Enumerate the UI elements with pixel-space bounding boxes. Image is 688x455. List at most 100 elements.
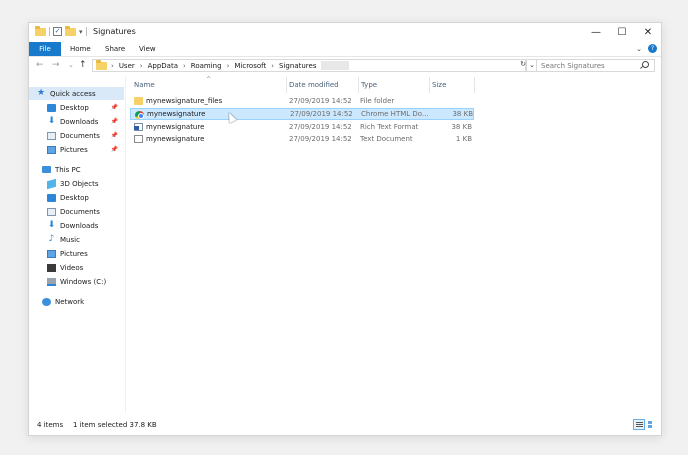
file-row-selected[interactable]: mynewsignature 27/09/2019 14:52 Chrome H… [130,108,474,120]
tab-share[interactable]: Share [105,42,125,56]
nav-label: Quick access [50,89,96,98]
large-icons-view-button[interactable] [646,419,658,430]
nav-label: Desktop [60,193,89,202]
breadcrumb-signatures[interactable]: Signatures [279,62,316,70]
file-type: Chrome HTML Do... [361,110,429,118]
text-document-icon [134,135,143,143]
nav-label: 3D Objects [60,179,99,188]
minimize-button[interactable]: — [583,23,609,42]
nav-item-downloads[interactable]: ⬇ Downloads 📌 [29,115,124,128]
tab-view[interactable]: View [139,42,156,56]
customize-toolbar-icon[interactable]: ▾ [79,28,83,36]
breadcrumb-roaming[interactable]: Roaming [191,62,222,70]
nav-item-3d-objects[interactable]: 3D Objects [29,177,124,190]
download-arrow-icon: ⬇ [47,220,56,230]
details-view-icon [636,422,643,423]
breadcrumb-microsoft[interactable]: Microsoft [234,62,266,70]
navigation-pane: ★ Quick access Desktop 📌 ⬇ Downloads 📌 D… [29,77,126,413]
properties-icon[interactable]: ✓ [53,27,62,36]
toolbar-divider [49,27,50,36]
file-name: mynewsignature [146,135,205,143]
column-header-size[interactable]: Size [432,81,446,89]
nav-label: Desktop [60,103,89,112]
nav-label: Network [55,297,85,306]
file-date: 27/09/2019 14:52 [289,123,352,131]
nav-item-documents[interactable]: Documents 📌 [29,129,124,142]
nav-this-pc[interactable]: This PC [29,163,124,176]
tab-home[interactable]: Home [70,42,91,56]
file-row[interactable]: mynewsignature 27/09/2019 14:52 Rich Tex… [130,121,474,133]
computer-icon [42,166,51,173]
drive-icon [47,277,56,286]
recent-locations-button[interactable]: ⌄ [68,61,74,69]
chevron-down-icon[interactable]: ⌄ [636,45,642,53]
item-count: 4 items [37,421,64,429]
folder-icon [96,59,107,70]
address-highlight [321,61,350,70]
window-controls: — ☐ ✕ [583,23,661,42]
refresh-button[interactable]: ↻ [517,59,529,72]
maximize-button[interactable]: ☐ [609,23,635,42]
column-header-type[interactable]: Type [361,81,377,89]
nav-item-music[interactable]: ♪ Music [29,233,124,246]
file-row[interactable]: mynewsignature 27/09/2019 14:52 Text Doc… [130,133,474,145]
desktop-icon [47,193,56,202]
pin-icon[interactable]: 📌 [111,118,118,125]
column-divider[interactable] [474,77,475,93]
address-bar[interactable]: › User › AppData › Roaming › Microsoft ›… [92,59,526,72]
nav-item-windows-drive[interactable]: Windows (C:) [29,275,124,288]
pin-icon[interactable]: 📌 [111,132,118,139]
nav-item-desktop[interactable]: Desktop 📌 [29,101,124,114]
pin-icon[interactable]: 📌 [111,104,118,111]
breadcrumb-user[interactable]: User [119,62,135,70]
forward-button[interactable]: → [52,60,60,70]
column-divider[interactable] [286,77,287,93]
nav-item-pictures-pc[interactable]: Pictures [29,247,124,260]
ribbon-tabs: File Home Share View ⌄ ? [29,42,661,57]
close-button[interactable]: ✕ [635,23,661,42]
breadcrumb-separator: › [182,61,186,70]
nav-item-videos[interactable]: Videos [29,261,124,274]
breadcrumb-separator: › [139,61,143,70]
details-view-button[interactable] [633,419,645,430]
new-folder-icon[interactable] [65,25,76,36]
column-header-name[interactable]: Name [134,81,155,89]
nav-quick-access[interactable]: ★ Quick access [29,87,124,100]
file-size: 38 KB [452,110,473,118]
pin-icon[interactable]: 📌 [111,146,118,153]
3d-objects-icon [47,178,56,189]
column-header-date-modified[interactable]: Date modified [289,81,339,89]
nav-item-documents-pc[interactable]: Documents [29,205,124,218]
breadcrumb-appdata[interactable]: AppData [148,62,178,70]
file-date: 27/09/2019 14:52 [289,135,352,143]
search-icon[interactable] [642,61,649,68]
ribbon-controls: ⌄ ? [636,44,657,53]
column-divider[interactable] [358,77,359,93]
help-icon[interactable]: ? [648,44,657,53]
search-input[interactable] [536,59,655,72]
column-divider[interactable] [429,77,430,93]
back-button[interactable]: ← [36,60,44,70]
up-button[interactable]: ↑ [79,60,87,70]
nav-network[interactable]: Network [29,295,124,308]
nav-item-desktop-pc[interactable]: Desktop [29,191,124,204]
documents-icon [47,131,56,140]
sort-indicator-icon: ^ [206,76,212,83]
file-size: 1 KB [455,135,472,143]
desktop-icon [47,103,56,112]
file-type: File folder [360,97,395,105]
file-type: Rich Text Format [360,123,419,131]
file-row[interactable]: mynewsignature_files 27/09/2019 14:52 Fi… [130,95,474,107]
selection-info: 1 item selected 37.8 KB [73,421,157,429]
network-icon [42,297,51,306]
breadcrumb-separator: › [111,61,114,70]
file-date: 27/09/2019 14:52 [290,110,353,118]
star-icon: ★ [37,88,46,98]
tab-file[interactable]: File [29,42,61,56]
file-date: 27/09/2019 14:52 [289,97,352,105]
nav-label: Downloads [60,117,99,126]
nav-label: Pictures [60,249,88,258]
nav-item-pictures[interactable]: Pictures 📌 [29,143,124,156]
music-icon: ♪ [48,234,55,244]
nav-item-downloads-pc[interactable]: ⬇ Downloads [29,219,124,232]
